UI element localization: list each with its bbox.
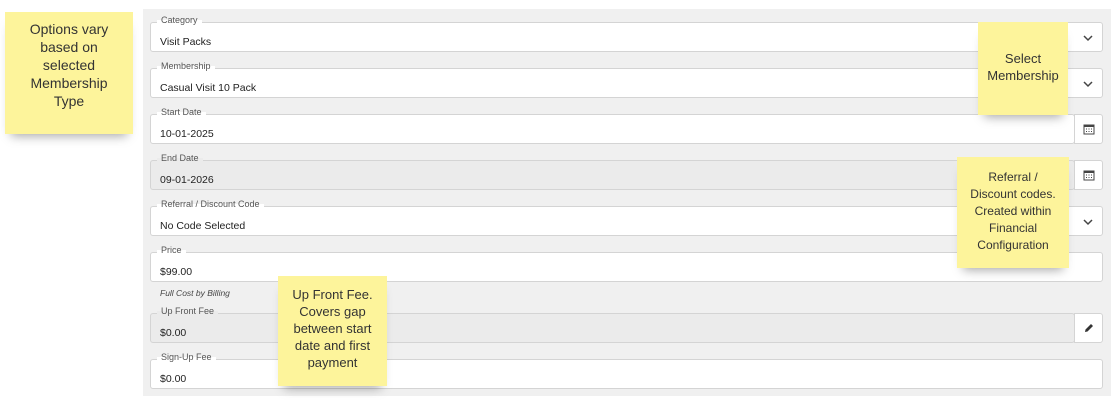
full-cost-hint: Full Cost by Billing	[160, 288, 230, 298]
chevron-down-icon[interactable]	[1082, 33, 1094, 43]
referral-code-value: No Code Selected	[160, 220, 246, 232]
sign-up-fee-label: Sign-Up Fee	[157, 352, 216, 362]
chevron-down-icon[interactable]	[1082, 79, 1094, 89]
end-date-value: 09-01-2026	[160, 174, 214, 186]
start-date-input[interactable]: Start Date 10-01-2025	[150, 107, 1075, 144]
sticky-note-referral: Referral / Discount codes. Created withi…	[957, 157, 1069, 268]
price-label: Price	[157, 245, 186, 255]
price-value: $99.00	[160, 266, 193, 278]
chevron-down-icon[interactable]	[1082, 217, 1094, 227]
membership-value: Casual Visit 10 Pack	[160, 82, 257, 94]
end-date-calendar-button[interactable]	[1074, 160, 1103, 190]
membership-label: Membership	[157, 61, 215, 71]
referral-code-label: Referral / Discount Code	[157, 199, 264, 209]
sticky-note-select-membership-text: Select Membership	[987, 51, 1059, 83]
up-front-fee-value: $0.00	[160, 327, 187, 339]
end-date-label: End Date	[157, 153, 203, 163]
start-date-value: 10-01-2025	[160, 128, 214, 140]
category-select[interactable]: Category Visit Packs	[150, 15, 1103, 52]
membership-select[interactable]: Membership Casual Visit 10 Pack	[150, 61, 1103, 98]
start-date-calendar-button[interactable]	[1074, 114, 1103, 144]
sticky-note-up-front-fee: Up Front Fee. Covers gap between start d…	[278, 276, 387, 386]
start-date-label: Start Date	[157, 107, 206, 117]
sticky-note-select-membership: Select Membership	[978, 22, 1068, 115]
sign-up-fee-value: $0.00	[160, 373, 187, 385]
calendar-icon	[1083, 170, 1095, 181]
sticky-note-referral-text: Referral / Discount codes. Created withi…	[970, 170, 1056, 252]
sticky-note-options-vary: Options vary based on selected Membershi…	[5, 12, 133, 134]
pencil-icon	[1085, 324, 1093, 332]
sticky-note-options-vary-text: Options vary based on selected Membershi…	[29, 21, 109, 109]
up-front-fee-label: Up Front Fee	[157, 306, 219, 316]
up-front-fee-edit-button[interactable]	[1074, 313, 1103, 343]
calendar-icon	[1083, 124, 1095, 135]
category-label: Category	[157, 15, 202, 25]
end-date-input: End Date 09-01-2026	[150, 153, 1075, 190]
category-value: Visit Packs	[160, 36, 212, 48]
sticky-note-up-front-fee-text: Up Front Fee. Covers gap between start d…	[292, 287, 373, 370]
